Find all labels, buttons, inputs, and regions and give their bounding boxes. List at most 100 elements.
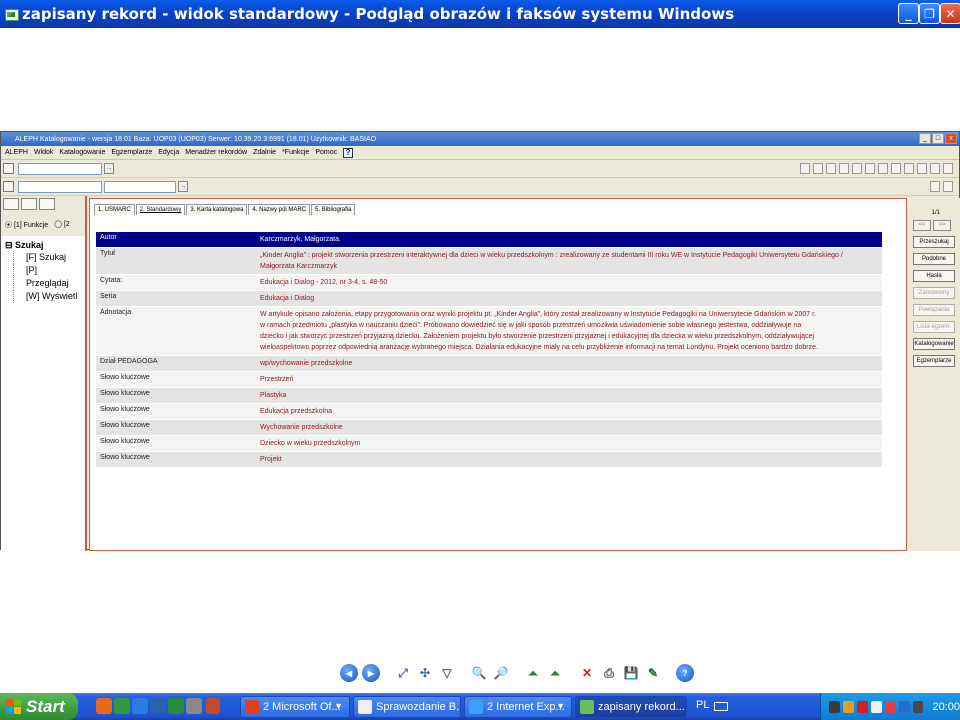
next-image-icon[interactable]: ▶ [362, 664, 380, 682]
help-icon[interactable]: ? [676, 664, 694, 682]
rotate-counterclockwise-icon[interactable]: ⏶ [546, 664, 564, 682]
table-row[interactable]: Autor Karczmarzyk, Małgorzata. [96, 232, 882, 248]
tool-icon-7[interactable] [878, 163, 888, 174]
next-record-button[interactable]: >> [933, 220, 951, 231]
menu-zdalnie[interactable]: Zdalnie [253, 149, 276, 156]
actual-size-icon[interactable]: ✣ [416, 664, 434, 682]
tray-icon-4[interactable] [870, 700, 882, 713]
tab-standardowy[interactable]: 2. Standardowy [135, 204, 186, 215]
aleph-close-button[interactable]: x [945, 133, 957, 144]
tool-icon-1[interactable] [800, 163, 810, 174]
maximize-button[interactable]: ❐ [919, 3, 940, 24]
tray-icon-7[interactable] [912, 700, 924, 713]
tool-icon-4[interactable] [839, 163, 849, 174]
task-zapisany-rekord[interactable]: zapisany rekord... [575, 696, 687, 718]
menu-pomoc[interactable]: Pomoc [315, 149, 337, 156]
table-row[interactable]: Tytuł „Kinder Anglia” : projekt stworzeni… [96, 248, 882, 275]
table-row[interactable]: Słowo kluczowe Edukacja przedszkolna [96, 404, 882, 420]
command-input[interactable] [18, 162, 102, 175]
record-icon[interactable] [3, 163, 14, 174]
task-sprawozdanie[interactable]: Sprawozdanie B... [353, 696, 461, 718]
quicklaunch-icon-2[interactable] [114, 698, 130, 714]
previous-image-icon[interactable]: ◀ [340, 664, 358, 682]
tool-icon-9[interactable] [904, 163, 914, 174]
internet-explorer-icon[interactable] [132, 698, 148, 714]
tray-icon-1[interactable] [829, 700, 840, 713]
table-row[interactable]: Adnotacja W artykule opisano założenia, e… [96, 307, 882, 356]
previous-record-button[interactable]: << [913, 220, 931, 231]
table-row[interactable]: Słowo kluczowe Dziecko w wieku przedszkol… [96, 436, 882, 452]
tab-icon-binoculars[interactable] [39, 198, 55, 210]
tab-icon-copy[interactable] [21, 198, 37, 210]
tree-root-szukaj[interactable]: ⊟ Szukaj [5, 240, 81, 251]
zamowiony-button[interactable]: Zamówiony [913, 287, 955, 299]
lista-egzemplarzy-button[interactable]: Lista egzem. [913, 321, 955, 333]
tree-item-szukaj[interactable]: [F] Szukaj [13, 251, 81, 264]
katalogowanie-button[interactable]: Katalogowanie [913, 338, 955, 350]
table-row[interactable]: Słowo kluczowe Wychowanie przedszkolne [96, 420, 882, 436]
tool-icon-2[interactable] [813, 163, 823, 174]
tool-icon-13[interactable] [930, 181, 940, 192]
tool-icon-8[interactable] [891, 163, 901, 174]
tool-icon-10[interactable] [917, 163, 927, 174]
excel-icon[interactable] [168, 698, 184, 714]
table-row[interactable]: Słowo kluczowe Plastyka [96, 388, 882, 404]
task-microsoft-office[interactable]: 2 Microsoft Of... ▼ [240, 696, 350, 718]
aleph-minimize-button[interactable]: _ [919, 133, 931, 144]
aleph-maximize-button[interactable]: □ [932, 133, 944, 144]
tray-icon-6[interactable] [898, 700, 910, 713]
zoom-out-icon[interactable]: 🔎 [492, 664, 510, 682]
radio-funkcje[interactable]: ⦿ [1] Funkcje [5, 220, 48, 229]
menu-katalogowanie[interactable]: Katalogowanie [59, 149, 105, 156]
tab-icon-search[interactable] [3, 198, 19, 210]
edit-icon[interactable]: ✎ [644, 664, 662, 682]
delete-icon[interactable]: ✕ [578, 664, 596, 682]
tab-nazwy-pol-marc[interactable]: 4. Nazwy pól MARC [248, 204, 311, 215]
minimize-button[interactable]: _ [898, 3, 919, 24]
powiazania-button[interactable]: Powiązania [913, 304, 955, 316]
tray-icon-3[interactable] [856, 700, 868, 713]
menu-funkcje[interactable]: *Funkcje [282, 149, 309, 156]
menu-edycja[interactable]: Edycja [158, 149, 179, 156]
table-row[interactable]: Seria Edukacja i Dialog [96, 291, 882, 307]
close-button[interactable]: ✕ [940, 3, 960, 24]
tray-icon-5[interactable] [884, 700, 896, 713]
save-icon[interactable]: 💾 [622, 664, 640, 682]
task-internet-explorer[interactable]: 2 Internet Exp... ▼ [464, 696, 572, 718]
tool-icon-3[interactable] [826, 163, 836, 174]
egzemplarze-button[interactable]: Egzemplarze [913, 355, 955, 367]
quicklaunch-icon-6[interactable] [186, 698, 202, 714]
menu-widok[interactable]: Widok [34, 149, 53, 156]
search-value-input[interactable] [104, 180, 176, 193]
help-icon[interactable]: ? [343, 147, 354, 158]
tool-icon-11[interactable] [930, 163, 940, 174]
tray-icon-2[interactable] [842, 700, 854, 713]
menu-menadzer-rekordow[interactable]: Menadżer rekordów [185, 149, 247, 156]
copy-icon[interactable] [3, 181, 14, 192]
tool-icon-12[interactable] [943, 163, 953, 174]
keyboard-icon[interactable] [714, 702, 728, 711]
table-row[interactable]: Słowo kluczowe Przestrzeń [96, 372, 882, 388]
tool-icon-14[interactable] [943, 181, 953, 192]
slideshow-icon[interactable]: ▽ [438, 664, 456, 682]
table-row[interactable]: Cytata: Edukacja i Dialog - 2012, nr 3-4,… [96, 275, 882, 291]
przeszukaj-button[interactable]: Przeszukaj [913, 236, 955, 248]
start-button[interactable]: Start [0, 693, 78, 720]
show-desktop-icon[interactable] [206, 698, 220, 714]
zoom-in-icon[interactable]: 🔍 [470, 664, 488, 682]
language-indicator[interactable]: PL [696, 699, 709, 711]
table-row[interactable]: Dział PEDAGOGA wp/wychowanie przedszkolne [96, 356, 882, 372]
best-fit-icon[interactable]: ⤢ [394, 664, 412, 682]
radio-2[interactable]: ◯ [2 [54, 220, 70, 228]
firefox-icon[interactable] [96, 698, 112, 714]
podobne-button[interactable]: Podobne [913, 253, 955, 265]
rotate-clockwise-icon[interactable]: ⏶ [524, 664, 542, 682]
tool-icon-5[interactable] [852, 163, 862, 174]
search-go-icon[interactable]: → [178, 181, 188, 192]
tree-item-wyswietl[interactable]: [W] Wyświetl [13, 290, 81, 303]
word-icon[interactable] [150, 698, 166, 714]
menu-aleph[interactable]: ALEPH [5, 149, 28, 156]
table-row[interactable]: Słowo kluczowe Projekt [96, 452, 882, 468]
go-arrow-icon[interactable]: → [104, 163, 114, 174]
field-select[interactable] [18, 180, 102, 193]
